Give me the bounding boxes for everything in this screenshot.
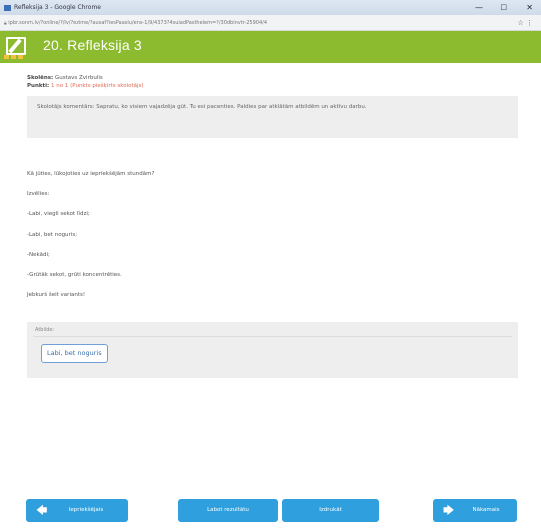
answer-divider xyxy=(33,336,512,337)
print-button[interactable]: Izdrukāt xyxy=(282,499,379,522)
author-name: Gustavs Zvirbulis xyxy=(55,75,103,81)
author-label: Skolēns: xyxy=(27,75,54,81)
points-value: 1 no 1 xyxy=(50,83,69,89)
window-title: Refleksija 3 - Google Chrome xyxy=(14,4,101,11)
edit-note-icon xyxy=(4,35,28,59)
address-bar[interactable]: 🔒︎ ipbr.sonm.lv/?online/?/lv/?ezime/?aus… xyxy=(0,15,541,31)
question-line: Kā jūties, lūkojoties uz iepriekšējām st… xyxy=(27,171,155,177)
points-note: (Punkts piešķirts skolotājs) xyxy=(70,83,144,89)
page-title: 20. Refleksija 3 xyxy=(43,37,142,53)
arrow-left-icon: 🡄 xyxy=(36,504,48,517)
url-text[interactable]: ipbr.sonm.lv/?online/?/lv/?ezime/?ausaf?… xyxy=(8,15,398,30)
option-line: -Labi, viegli sekot līdzi; xyxy=(27,211,90,217)
option-line: -Nekādi; xyxy=(27,252,50,258)
next-button-label: Nākamais xyxy=(472,507,500,513)
next-button[interactable]: 🡆 Nākamais xyxy=(433,499,517,522)
previous-button-label: Iepriekšējais xyxy=(68,507,104,513)
teacher-comment-box: Skolotājs komentārs: Sapratu, ko visiem … xyxy=(27,96,518,138)
question-line: Izvēlies: xyxy=(27,191,50,197)
minimize-button[interactable]: — xyxy=(475,0,483,15)
page-header: 20. Refleksija 3 xyxy=(0,31,541,63)
maximize-button[interactable]: □ xyxy=(500,0,507,15)
answer-label: Atbilde: xyxy=(35,327,55,333)
browser-titlebar: Refleksija 3 - Google Chrome — □ ✕ xyxy=(0,0,541,15)
previous-button[interactable]: 🡄 Iepriekšējais xyxy=(26,499,128,522)
question-line: Jebkurš šeit variants! xyxy=(27,292,86,298)
arrow-right-icon: 🡆 xyxy=(443,504,455,517)
option-line: -Labi, bet noguris; xyxy=(27,232,78,238)
option-line: -Grūtāk sekot, grūti koncentrēties. xyxy=(27,272,122,278)
points-label: Punkti: xyxy=(27,83,50,89)
browser-toolbar-icons[interactable]: ☆ ⋮ xyxy=(517,15,533,30)
submission-meta: Skolēns: Gustavs Zvirbulis Punkti: 1 no … xyxy=(27,74,144,90)
teacher-comment-text: Skolotājs komentārs: Sapratu, ko visiem … xyxy=(37,104,367,110)
edit-result-button[interactable]: Labot rezultātu xyxy=(178,499,278,522)
selected-answer-chip[interactable]: Labi, bet noguris xyxy=(41,344,108,363)
print-button-label: Izdrukāt xyxy=(319,507,342,513)
browser-app-icon xyxy=(4,4,11,11)
close-window-button[interactable]: ✕ xyxy=(526,0,533,15)
edit-result-button-label: Labot rezultātu xyxy=(207,507,249,513)
answer-box: Atbilde: Labi, bet noguris xyxy=(27,322,518,378)
